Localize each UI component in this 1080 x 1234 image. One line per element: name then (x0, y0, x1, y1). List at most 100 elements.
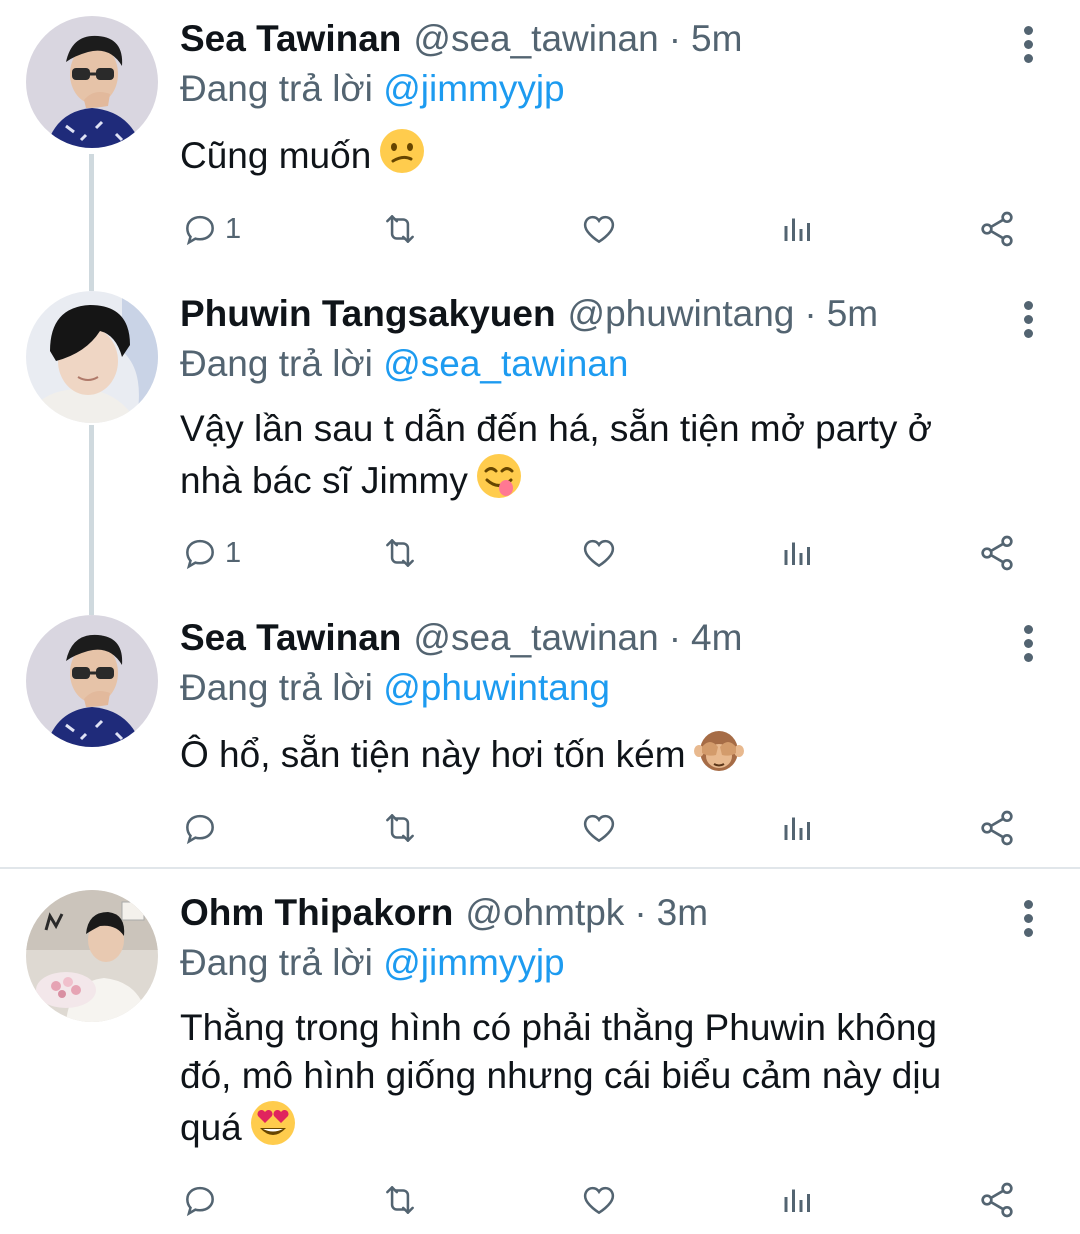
reply-icon (186, 1186, 214, 1217)
share-button[interactable] (977, 803, 1017, 853)
tweet-4[interactable]: Ohm Thipakorn @ohmtpk · 3m Đang trả lời … (0, 870, 1080, 1234)
user-handle[interactable]: @sea_tawinan (413, 18, 658, 60)
tweet-actions: 1 (0, 528, 1080, 578)
analytics-icon (784, 218, 810, 241)
reply-button[interactable]: 1 (181, 528, 241, 578)
face-savoring-food-emoji (476, 453, 522, 511)
retweet-icon (386, 814, 414, 842)
see-no-evil-monkey-emoji (693, 727, 744, 785)
reply-button[interactable] (181, 1175, 225, 1225)
user-handle[interactable]: @ohmtpk (465, 892, 624, 934)
share-button[interactable] (977, 204, 1017, 254)
more-options-icon[interactable] (1016, 26, 1040, 66)
tweet-header: Sea Tawinan @sea_tawinan · 4m (180, 617, 742, 667)
heart-icon (583, 814, 615, 843)
reply-button[interactable]: 1 (181, 204, 241, 254)
avatar-sea-tawinan[interactable] (26, 16, 158, 148)
tweet-text-line: quá (180, 1107, 242, 1148)
more-options-icon[interactable] (1016, 301, 1040, 341)
replying-to: Đang trả lời @jimmyyjp (180, 942, 565, 984)
analytics-button[interactable] (780, 204, 816, 254)
like-button[interactable] (580, 528, 618, 578)
thread-line (89, 603, 94, 615)
tweet-actions (0, 1175, 1080, 1225)
user-handle[interactable]: @sea_tawinan (413, 617, 658, 659)
heart-eyes-face-emoji (250, 1100, 296, 1158)
heart-icon (583, 215, 615, 244)
analytics-icon (784, 817, 810, 840)
heart-icon (583, 539, 615, 568)
mention-link[interactable]: @sea_tawinan (383, 343, 628, 384)
display-name[interactable]: Sea Tawinan (180, 617, 401, 659)
reply-icon (186, 539, 214, 570)
analytics-button[interactable] (780, 1175, 816, 1225)
timestamp[interactable]: 5m (827, 293, 878, 335)
share-icon (981, 535, 1013, 571)
avatar-ohm-thipakorn[interactable] (26, 890, 158, 1022)
replying-to-label: Đang trả lời (180, 343, 373, 384)
thread-divider (0, 867, 1080, 869)
retweet-button[interactable] (380, 204, 420, 254)
separator-dot: · (668, 617, 682, 658)
tweet-3[interactable]: Sea Tawinan @sea_tawinan · 4m Đang trả l… (0, 603, 1080, 867)
tweet-header: Sea Tawinan @sea_tawinan · 5m (180, 18, 742, 68)
replying-to: Đang trả lời @phuwintang (180, 667, 610, 709)
analytics-icon (784, 542, 810, 565)
timestamp[interactable]: 4m (691, 617, 742, 659)
more-options-icon[interactable] (1016, 625, 1040, 665)
replying-to: Đang trả lời @jimmyyjp (180, 68, 565, 110)
mention-link[interactable]: @jimmyyjp (383, 68, 564, 109)
thread-line (89, 275, 94, 291)
mention-link[interactable]: @phuwintang (383, 667, 610, 708)
avatar-sea-tawinan[interactable] (26, 615, 158, 747)
timestamp[interactable]: 5m (691, 18, 742, 60)
replying-to: Đang trả lời @sea_tawinan (180, 343, 629, 385)
replying-to-label: Đang trả lời (180, 68, 373, 109)
tweet-1[interactable]: Sea Tawinan @sea_tawinan · 5m Đang trả l… (0, 0, 1080, 275)
reply-count: 1 (225, 212, 242, 245)
separator-dot: · (634, 892, 647, 933)
tweet-text: Ô hổ, sẵn tiện này hơi tốn kém (180, 727, 1040, 785)
retweet-button[interactable] (380, 1175, 420, 1225)
display-name[interactable]: Ohm Thipakorn (180, 892, 453, 934)
like-button[interactable] (580, 803, 618, 853)
tweet-header: Phuwin Tangsakyuen @phuwintang · 5m (180, 293, 878, 343)
reply-button[interactable] (181, 803, 225, 853)
tweet-text-line: Ô hổ, sẵn tiện này hơi tốn kém (180, 734, 686, 775)
retweet-button[interactable] (380, 528, 420, 578)
share-button[interactable] (977, 528, 1017, 578)
retweet-icon (386, 1186, 414, 1214)
heart-icon (583, 1186, 615, 1215)
tweet-2[interactable]: Phuwin Tangsakyuen @phuwintang · 5m Đang… (0, 275, 1080, 603)
tweet-text: Thằng trong hình có phải thằng Phuwin kh… (180, 1004, 1040, 1158)
retweet-icon (386, 539, 414, 567)
like-button[interactable] (580, 204, 618, 254)
analytics-icon (784, 1189, 810, 1212)
share-button[interactable] (977, 1175, 1017, 1225)
tweet-text-line: Vậy lần sau t dẫn đến há, sẵn tiện mở pa… (180, 408, 932, 449)
user-handle[interactable]: @phuwintang (568, 293, 795, 335)
confused-face-emoji (379, 128, 425, 186)
reply-icon (186, 814, 214, 845)
separator-dot: · (804, 293, 817, 334)
analytics-button[interactable] (780, 803, 816, 853)
share-icon (981, 1182, 1013, 1218)
tweet-text: Vậy lần sau t dẫn đến há, sẵn tiện mở pa… (180, 405, 1040, 511)
tweet-text-line: Cũng muốn (180, 135, 372, 176)
tweet-header: Ohm Thipakorn @ohmtpk · 3m (180, 892, 708, 942)
mention-link[interactable]: @jimmyyjp (383, 942, 564, 983)
more-options-icon[interactable] (1016, 900, 1040, 940)
tweet-text-line: nhà bác sĩ Jimmy (180, 460, 468, 501)
reply-icon (186, 215, 214, 246)
timestamp[interactable]: 3m (657, 892, 708, 934)
avatar-phuwin-tangsakyuen[interactable] (26, 291, 158, 423)
display-name[interactable]: Sea Tawinan (180, 18, 401, 60)
tweet-actions (0, 803, 1080, 853)
separator-dot: · (668, 18, 682, 59)
tweet-text: Cũng muốn (180, 128, 1040, 186)
like-button[interactable] (580, 1175, 618, 1225)
retweet-button[interactable] (380, 803, 420, 853)
analytics-button[interactable] (780, 528, 816, 578)
replying-to-label: Đang trả lời (180, 667, 373, 708)
display-name[interactable]: Phuwin Tangsakyuen (180, 293, 556, 335)
